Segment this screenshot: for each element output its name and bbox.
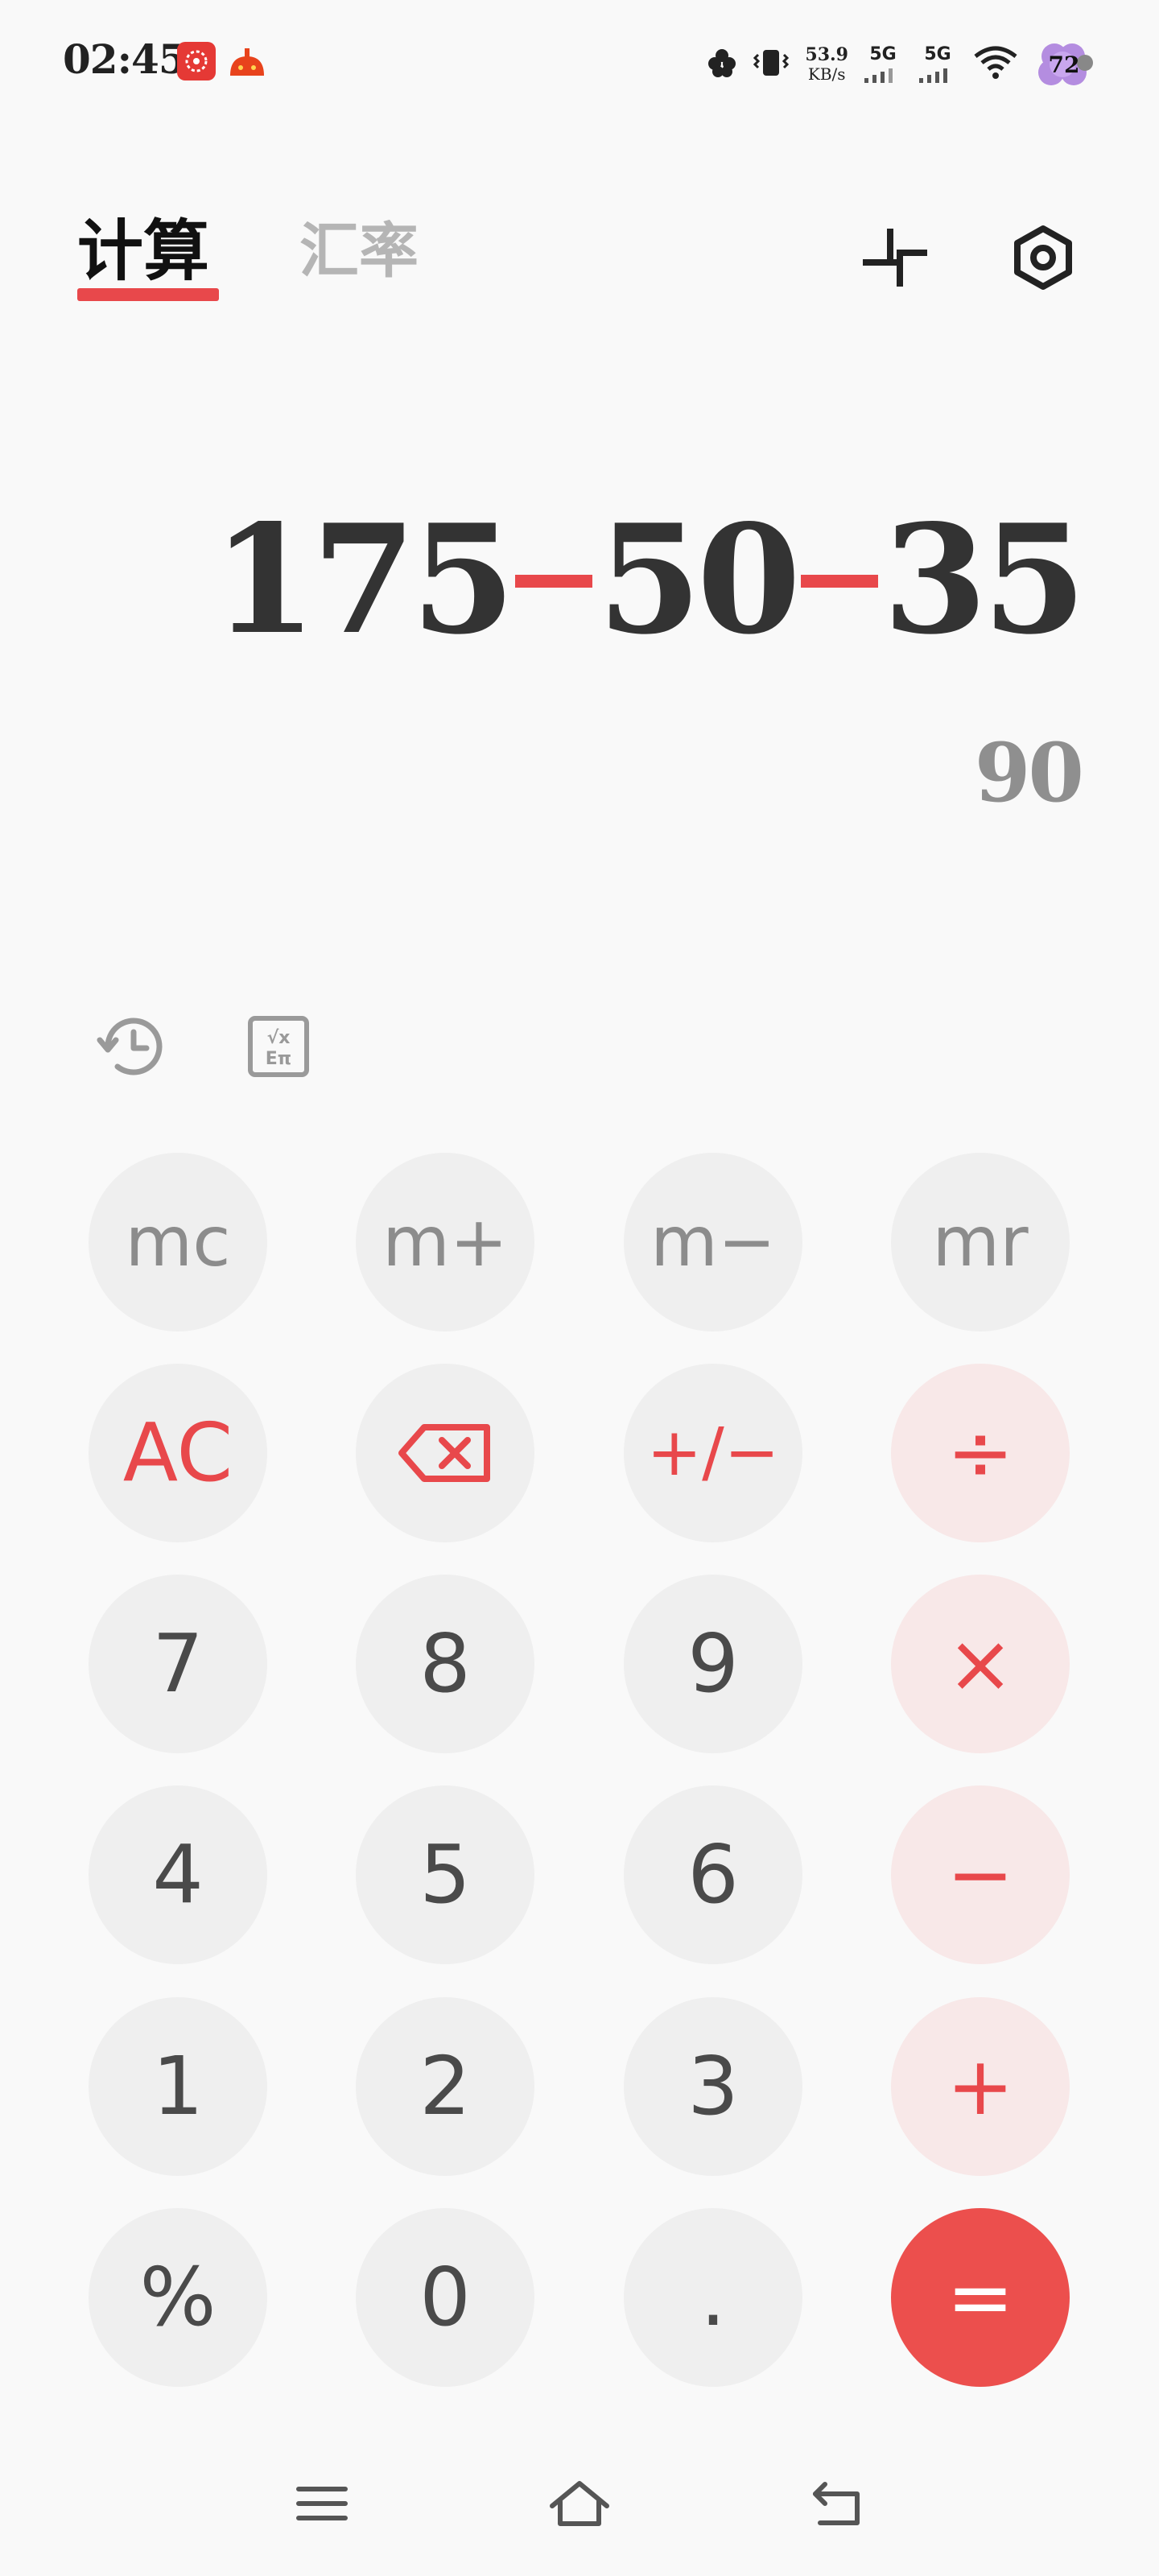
plus-key[interactable]: +	[891, 1997, 1070, 2176]
digit-1-key[interactable]: 1	[89, 1997, 267, 2176]
shrink-button[interactable]	[855, 217, 935, 298]
plus-minus-key-label: +/−	[646, 1414, 780, 1491]
home-icon	[550, 2481, 609, 2526]
mc-key-label: mc	[125, 1202, 231, 1282]
digit-4-key[interactable]: 4	[89, 1785, 267, 1964]
expression-operand: 35	[883, 491, 1087, 667]
settings-button[interactable]	[1003, 217, 1083, 298]
signal-1: 5G	[863, 44, 903, 85]
equals-key[interactable]: =	[891, 2208, 1070, 2387]
scientific-icon: √x Eπ	[248, 1016, 309, 1077]
flower-status-icon	[707, 47, 737, 81]
expression-display: 175 50 35	[212, 491, 1087, 667]
m-plus-key-label: m+	[382, 1202, 508, 1282]
digit-7-key[interactable]: 7	[89, 1575, 267, 1753]
digit-2-label: 2	[419, 2039, 471, 2133]
digit-3-key[interactable]: 3	[624, 1997, 802, 2176]
battery-level: 72	[1048, 51, 1080, 78]
divide-key-label: ÷	[947, 1406, 1014, 1500]
minus-operator-mark	[515, 575, 593, 588]
svg-text:√x: √x	[267, 1028, 291, 1048]
history-icon	[97, 1018, 163, 1075]
m-plus-key[interactable]: m+	[356, 1153, 534, 1331]
settings-icon	[1014, 225, 1072, 290]
nav-back-button[interactable]	[797, 2463, 877, 2544]
notification-app-icon	[177, 42, 216, 80]
expression-operand: 50	[597, 491, 801, 667]
active-tab-indicator	[77, 288, 219, 301]
tab-calculator[interactable]: 计算	[77, 211, 209, 291]
equals-key-label: =	[947, 2250, 1014, 2344]
signal-bars-icon	[919, 68, 947, 83]
digit-0-key[interactable]: 0	[356, 2208, 534, 2387]
signal-1-label: 5G	[869, 44, 897, 64]
minus-key[interactable]: −	[891, 1785, 1070, 1964]
multiply-key-label: ×	[947, 1616, 1014, 1711]
status-bar: 02:45 53.9 KB/s 5G 5G 72	[0, 0, 1159, 129]
network-speed-value: 53.9	[805, 44, 848, 65]
signal-2: 5G	[918, 44, 958, 85]
digit-8-label: 8	[419, 1616, 471, 1711]
nav-home-button[interactable]	[539, 2463, 620, 2544]
m-minus-key[interactable]: m−	[624, 1153, 802, 1331]
scientific-mode-button[interactable]: √x Eπ	[238, 1006, 319, 1087]
minus-operator-mark	[801, 575, 879, 588]
vibrate-icon	[752, 47, 790, 82]
result-display: 90	[974, 725, 1084, 820]
backspace-icon	[398, 1424, 490, 1482]
digit-0-label: 0	[419, 2250, 471, 2344]
plus-minus-key[interactable]: +/−	[624, 1364, 802, 1542]
menu-icon	[296, 2487, 348, 2520]
digit-9-key[interactable]: 9	[624, 1575, 802, 1753]
signal-bars-icon	[864, 68, 893, 83]
divide-key[interactable]: ÷	[891, 1364, 1070, 1542]
percent-key-label: %	[139, 2250, 217, 2344]
back-icon	[813, 2482, 860, 2525]
digit-9-label: 9	[687, 1616, 739, 1711]
plus-key-label: +	[947, 2039, 1014, 2133]
digit-6-key[interactable]: 6	[624, 1785, 802, 1964]
svg-text:Eπ: Eπ	[266, 1049, 291, 1069]
digit-4-label: 4	[152, 1827, 204, 1922]
decimal-key[interactable]: .	[624, 2208, 802, 2387]
digit-5-key[interactable]: 5	[356, 1785, 534, 1964]
digit-1-label: 1	[152, 2039, 204, 2133]
shrink-icon	[863, 229, 927, 287]
status-time: 02:45	[63, 35, 187, 83]
digit-8-key[interactable]: 8	[356, 1575, 534, 1753]
tab-exchange-rate[interactable]: 汇率	[299, 211, 419, 291]
history-button[interactable]	[92, 1006, 172, 1087]
backspace-key[interactable]	[356, 1364, 534, 1542]
wifi-icon	[972, 45, 1019, 84]
digit-3-label: 3	[687, 2039, 739, 2133]
digit-6-label: 6	[687, 1827, 739, 1922]
notification-app-icon-2	[227, 42, 267, 80]
decimal-key-label: .	[700, 2250, 726, 2344]
ac-key-label: AC	[122, 1406, 233, 1500]
network-speed-unit: KB/s	[807, 64, 846, 84]
mr-key[interactable]: mr	[891, 1153, 1070, 1331]
status-indicators: 53.9 KB/s 5G 5G 72	[707, 32, 1095, 97]
mr-key-label: mr	[932, 1202, 1029, 1282]
digit-7-label: 7	[152, 1616, 204, 1711]
nav-menu-button[interactable]	[282, 2463, 362, 2544]
mc-key[interactable]: mc	[89, 1153, 267, 1331]
minus-key-label: −	[947, 1827, 1014, 1922]
signal-2-label: 5G	[924, 44, 951, 64]
digit-2-key[interactable]: 2	[356, 1997, 534, 2176]
ac-key[interactable]: AC	[89, 1364, 267, 1542]
multiply-key[interactable]: ×	[891, 1575, 1070, 1753]
battery-indicator: 72	[1033, 39, 1095, 90]
expression-operand: 175	[212, 491, 515, 667]
m-minus-key-label: m−	[650, 1202, 776, 1282]
network-speed: 53.9 KB/s	[805, 45, 848, 84]
percent-key[interactable]: %	[89, 2208, 267, 2387]
digit-5-label: 5	[419, 1827, 471, 1922]
